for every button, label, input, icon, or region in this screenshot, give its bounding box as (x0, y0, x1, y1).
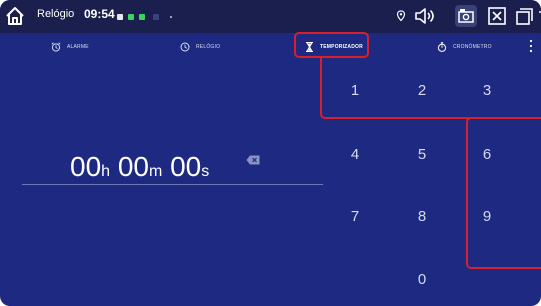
notification-icon (153, 14, 159, 20)
notification-icon (170, 16, 172, 18)
alarm-clock-icon (51, 41, 61, 52)
keypad-key-0[interactable]: 0 (407, 271, 437, 288)
timer-display: 00h 00m 00s (70, 151, 209, 183)
tab-alarme[interactable]: ALARME (51, 33, 89, 60)
screenshot-icon[interactable] (455, 5, 477, 27)
tab-label: RELÓGIO (196, 43, 221, 50)
back-icon[interactable] (537, 5, 541, 27)
clock-icon (180, 42, 190, 51)
tab-label: CRONÓMETRO (453, 43, 492, 50)
keypad-key-8[interactable]: 8 (407, 208, 437, 225)
more-options-icon[interactable] (527, 36, 535, 56)
minutes-unit: m (149, 163, 163, 180)
tab-highlight-box (294, 32, 369, 58)
minutes-value: 00 (117, 151, 149, 182)
notification-icon (128, 14, 134, 20)
tab-label: ALARME (67, 43, 89, 50)
status-bar: Relógio 09:54 (0, 0, 541, 33)
timer-screen: Relógio 09:54 ALARME RELÓGIO TEMPORIZADO… (0, 0, 541, 306)
notification-icon (139, 14, 145, 20)
notification-icon (117, 14, 123, 20)
backspace-icon[interactable] (246, 155, 260, 165)
hours-value: 00 (70, 151, 102, 182)
location-icon (396, 10, 406, 22)
stopwatch-icon (437, 41, 447, 52)
keypad-highlight-top (320, 56, 541, 119)
tab-relogio[interactable]: RELÓGIO (180, 33, 220, 60)
timer-input-underline (22, 184, 323, 185)
keypad-key-5[interactable]: 5 (407, 146, 437, 163)
home-icon[interactable] (4, 5, 26, 27)
seconds-unit: s (201, 163, 210, 180)
close-app-icon[interactable] (487, 5, 507, 27)
keypad-key-4[interactable]: 4 (340, 146, 370, 163)
recent-apps-icon[interactable] (515, 5, 534, 27)
volume-icon[interactable] (413, 5, 437, 27)
app-title: Relógio (37, 8, 75, 20)
keypad-highlight-right (466, 117, 541, 269)
status-clock: 09:54 (84, 7, 115, 21)
keypad-key-7[interactable]: 7 (340, 208, 370, 225)
hours-unit: h (101, 163, 111, 180)
seconds-value: 00 (170, 151, 202, 182)
